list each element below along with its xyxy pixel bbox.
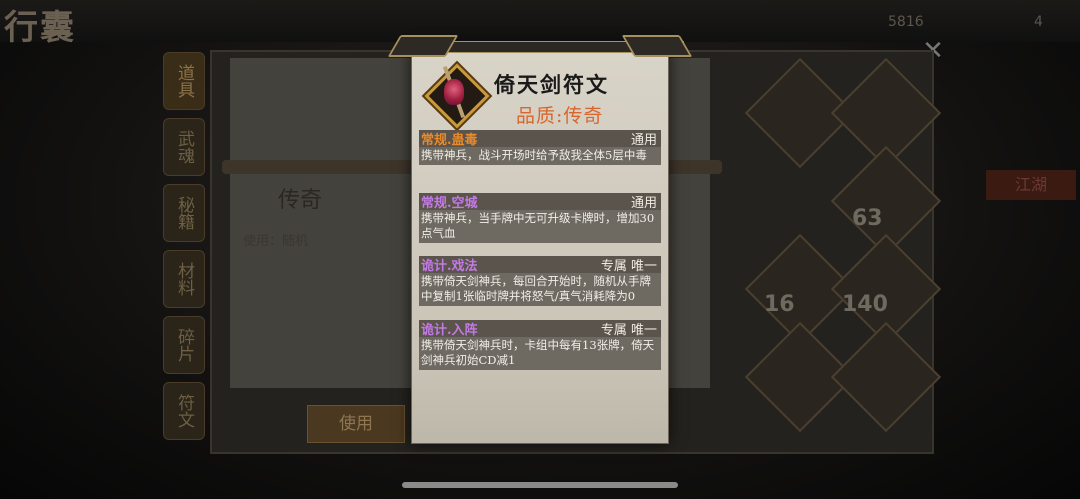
skill-name: 诡计.戏法 [421, 259, 478, 274]
tab-items[interactable]: 道具 [163, 52, 205, 110]
skill-name: 诡计.入阵 [421, 323, 478, 338]
skill-tag: 通用 [630, 133, 657, 148]
skill-description: 携带倚天剑神兵，每回合开始时，随机从手牌中复制1张临时牌并将怒气/真气消耗降为0 [419, 273, 661, 306]
item-use-text: 使用：随机 [243, 234, 309, 249]
skill-name: 常规.蛊毒 [421, 133, 478, 148]
skill-block: 常规.蛊毒 通用 携带神兵，战斗开场时给予敌我全体5层中毒 [419, 130, 661, 165]
card-quality: 品质:传奇 [516, 105, 604, 127]
side-label[interactable]: 江湖 [986, 170, 1076, 200]
skill-description: 携带倚天剑神兵时，卡组中每有13张牌，倚天剑神兵初始CD减1 [419, 337, 661, 370]
tab-materials[interactable]: 材料 [163, 250, 205, 308]
rod-ornament-left [387, 35, 459, 57]
skill-header: 常规.空城 通用 [419, 193, 661, 211]
skill-header: 常规.蛊毒 通用 [419, 130, 661, 148]
rod-ornament-right [621, 35, 693, 57]
skill-block: 诡计.入阵 专属 唯一 携带倚天剑神兵时，卡组中每有13张牌，倚天剑神兵初始CD… [419, 320, 661, 370]
item-grid [744, 57, 942, 450]
tab-runes[interactable]: 符文 [163, 382, 205, 440]
currency-counter-2: 4 [1034, 14, 1043, 30]
rune-gem-icon [424, 63, 490, 129]
skill-description: 携带神兵，战斗开场时给予敌我全体5层中毒 [419, 147, 661, 165]
item-count: 140 [842, 292, 888, 317]
use-button[interactable]: 使用 [307, 405, 405, 443]
skill-name: 常规.空城 [421, 196, 478, 211]
inventory-title: 行囊 [4, 8, 76, 48]
tab-martial-soul[interactable]: 武魂 [163, 118, 205, 176]
tab-manuals[interactable]: 秘籍 [163, 184, 205, 242]
item-count: 63 [852, 206, 883, 231]
home-indicator [402, 482, 678, 488]
rune-tooltip-card: 倚天剑符文 品质:传奇 常规.蛊毒 通用 携带神兵，战斗开场时给予敌我全体5层中… [387, 35, 693, 444]
item-name: 传奇 [278, 188, 323, 213]
skill-header: 诡计.入阵 专属 唯一 [419, 320, 661, 338]
skill-header: 诡计.戏法 专属 唯一 [419, 256, 661, 274]
skill-description: 携带神兵，当手牌中无可升级卡牌时，增加30点气血 [419, 210, 661, 243]
grid-item[interactable] [830, 321, 942, 433]
card-title: 倚天剑符文 [494, 72, 609, 97]
skill-block: 诡计.戏法 专属 唯一 携带倚天剑神兵，每回合开始时，随机从手牌中复制1张临时牌… [419, 256, 661, 306]
skill-tag: 专属 唯一 [600, 259, 657, 274]
skill-block: 常规.空城 通用 携带神兵，当手牌中无可升级卡牌时，增加30点气血 [419, 193, 661, 243]
tab-fragments[interactable]: 碎片 [163, 316, 205, 374]
skill-tag: 专属 唯一 [600, 323, 657, 338]
item-count: 16 [764, 292, 795, 317]
inventory-tabs: 道具 武魂 秘籍 材料 碎片 符文 [160, 52, 206, 452]
currency-counter: 5816 [888, 14, 924, 30]
skill-tag: 通用 [630, 196, 657, 211]
